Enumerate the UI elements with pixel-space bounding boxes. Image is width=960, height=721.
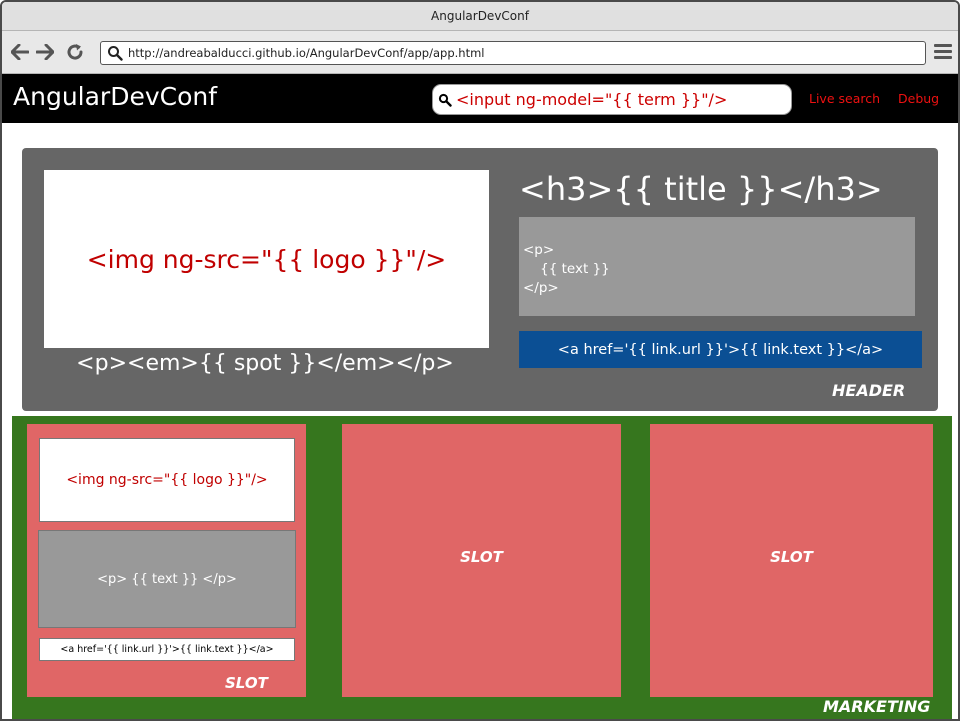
slot-label: SLOT: [770, 548, 813, 566]
browser-window: AngularDevConf http://andreabalducci.git…: [0, 0, 960, 721]
nav-link-live-search[interactable]: Live search: [809, 91, 880, 106]
marketing-region: <img ng-src="{{ logo }}"/> <p> {{ text }…: [12, 416, 952, 719]
reload-icon[interactable]: [65, 42, 85, 62]
header-text-block: <p> {{ text }} </p>: [519, 217, 915, 316]
slot-label: SLOT: [460, 548, 503, 566]
search-input[interactable]: <input ng-model="{{ term }}"/>: [432, 84, 792, 115]
search-placeholder: <input ng-model="{{ term }}"/>: [456, 90, 728, 109]
brand-title[interactable]: AngularDevConf: [13, 82, 217, 111]
header-spot-text: <p><em>{{ spot }}</em></p>: [76, 351, 454, 376]
slot-text-block: <p> {{ text }} </p>: [38, 530, 296, 628]
header-region: <img ng-src="{{ logo }}"/> <p><em>{{ spo…: [22, 148, 938, 411]
window-titlebar: AngularDevConf: [2, 2, 958, 31]
slot-label: SLOT: [225, 674, 268, 692]
header-region-label: HEADER: [832, 381, 906, 400]
app-navbar: AngularDevConf <input ng-model="{{ term …: [2, 74, 958, 123]
marketing-slot-3: SLOT: [650, 424, 933, 697]
nav-link-debug[interactable]: Debug: [898, 91, 939, 106]
marketing-region-label: MARKETING: [823, 697, 931, 716]
hamburger-menu-icon[interactable]: [934, 44, 952, 62]
marketing-slot-1: <img ng-src="{{ logo }}"/> <p> {{ text }…: [27, 424, 306, 697]
header-link-button[interactable]: <a href='{{ link.url }}'>{{ link.text }}…: [519, 331, 922, 368]
address-bar[interactable]: http://andreabalducci.github.io/AngularD…: [100, 41, 926, 65]
browser-toolbar: http://andreabalducci.github.io/AngularD…: [2, 31, 958, 74]
forward-arrow-icon[interactable]: [35, 42, 55, 62]
marketing-slot-2: SLOT: [342, 424, 621, 697]
search-icon: [108, 46, 123, 61]
slot-link[interactable]: <a href='{{ link.url }}'>{{ link.text }}…: [39, 638, 295, 661]
window-title: AngularDevConf: [431, 9, 529, 23]
address-url: http://andreabalducci.github.io/AngularD…: [128, 46, 485, 60]
header-title: <h3>{{ title }}</h3>: [519, 170, 883, 208]
slot-logo-image: <img ng-src="{{ logo }}"/>: [39, 438, 295, 522]
back-arrow-icon[interactable]: [10, 42, 30, 62]
search-icon: [438, 93, 452, 107]
header-logo-image: <img ng-src="{{ logo }}"/>: [44, 170, 489, 348]
